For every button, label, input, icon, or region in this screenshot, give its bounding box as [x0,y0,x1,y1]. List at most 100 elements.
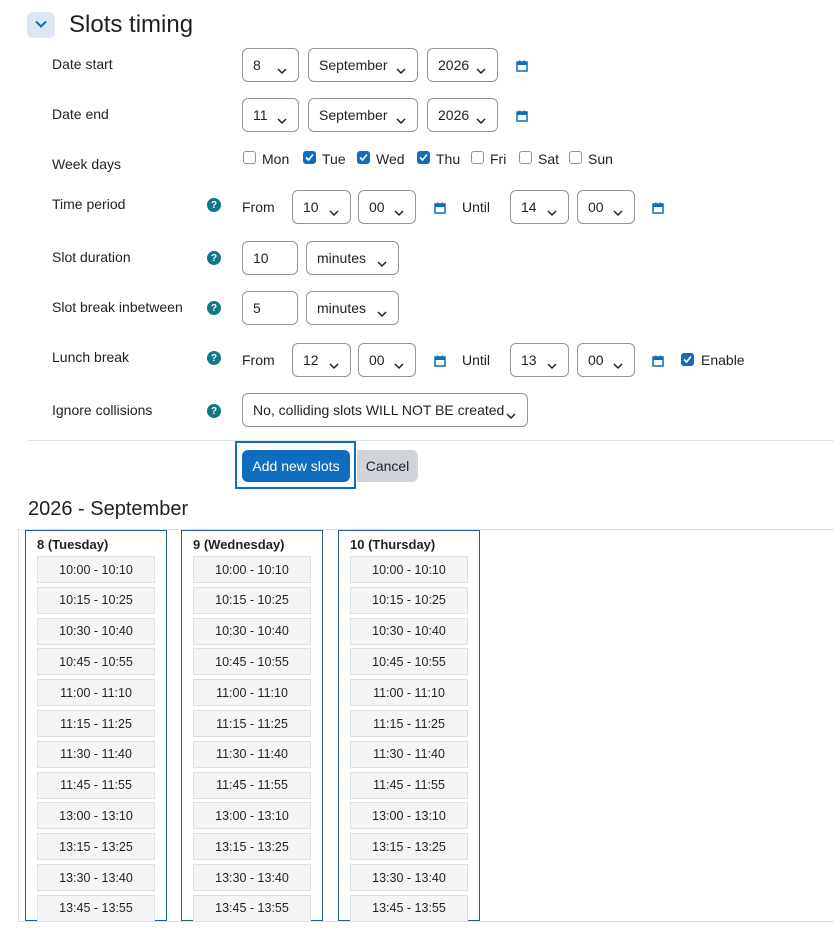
day-title: 8 (Tuesday) [37,537,109,552]
time-slot[interactable]: 11:45 - 11:55 [350,771,468,799]
calendar-icon[interactable] [516,59,528,75]
time-slot[interactable]: 10:45 - 10:55 [350,648,468,676]
section-toggle-button[interactable] [27,12,55,38]
time-slot[interactable]: 11:30 - 11:40 [37,740,155,768]
slot-duration-input[interactable]: 10 [242,241,298,275]
time-slot[interactable]: 11:30 - 11:40 [193,740,311,768]
slot-break-unit-select[interactable]: minutes [306,291,399,325]
time-slot[interactable]: 10:45 - 10:55 [193,648,311,676]
weekday-checkbox-tue[interactable] [303,151,316,164]
weekday-checkbox-sat[interactable] [519,151,532,164]
date-end-day-select[interactable]: 11 [242,98,299,132]
help-icon[interactable]: ? [207,301,221,315]
time-slot[interactable]: 11:15 - 11:25 [37,710,155,737]
check-icon [683,355,692,364]
time-slot[interactable]: 10:45 - 10:55 [37,648,155,676]
time-slot[interactable]: 10:30 - 10:40 [37,617,155,645]
time-period-until-hour-select[interactable]: 14 [510,190,569,224]
weekday-checkbox-thu[interactable] [417,151,430,164]
chevron-down-icon [277,112,287,128]
time-slot[interactable]: 13:30 - 13:40 [37,864,155,891]
help-icon[interactable]: ? [207,351,221,365]
until-label: Until [462,199,491,215]
chevron-down-icon [377,305,387,321]
time-slot[interactable]: 11:15 - 11:25 [193,710,311,737]
weekday-label-sun: Sun [588,151,613,167]
time-slot[interactable]: 10:15 - 10:25 [193,586,311,614]
lunch-break-from-hour-select[interactable]: 12 [292,343,351,377]
check-icon [359,153,368,162]
time-slot[interactable]: 10:00 - 10:10 [37,556,155,583]
time-slot[interactable]: 10:30 - 10:40 [193,617,311,645]
time-slot[interactable]: 13:00 - 13:10 [350,802,468,830]
time-slot[interactable]: 13:30 - 13:40 [350,864,468,891]
cancel-button[interactable]: Cancel [357,450,418,482]
date-end-year-select[interactable]: 2026 [427,98,498,132]
lunch-break-from-minute-select[interactable]: 00 [358,343,416,377]
time-slot[interactable]: 13:15 - 13:25 [193,833,311,861]
date-start-day-select[interactable]: 8 [242,48,299,82]
time-slot[interactable]: 13:45 - 13:55 [193,894,311,922]
lunch-break-enable-checkbox[interactable] [681,353,694,366]
form-divider [28,440,834,441]
lunch-break-label: Lunch break [52,349,130,365]
lunch-break-until-minute-select[interactable]: 00 [577,343,635,377]
time-slot[interactable]: 11:00 - 11:10 [350,679,468,707]
calendar-icon[interactable] [652,354,664,370]
date-start-month-select[interactable]: September [308,48,418,82]
chevron-down-icon [394,204,404,220]
time-period-from-minute-select[interactable]: 00 [358,190,416,224]
calendar-icon[interactable] [434,201,446,217]
weekday-checkbox-fri[interactable] [471,151,484,164]
check-icon [305,153,314,162]
chevron-down-icon [613,357,623,373]
time-slot[interactable]: 10:00 - 10:10 [193,556,311,583]
date-start-year-select[interactable]: 2026 [427,48,498,82]
chevron-down-icon [394,357,404,373]
chevron-down-icon [329,357,339,373]
time-slot[interactable]: 11:30 - 11:40 [350,740,468,768]
help-icon[interactable]: ? [207,404,221,418]
help-icon[interactable]: ? [207,198,221,212]
slot-break-input[interactable]: 5 [242,291,298,325]
time-slot[interactable]: 11:45 - 11:55 [37,771,155,799]
time-slot[interactable]: 10:00 - 10:10 [350,556,468,583]
day-title: 9 (Wednesday) [193,537,285,552]
ignore-collisions-select[interactable]: No, colliding slots WILL NOT BE created [242,393,528,427]
time-slot[interactable]: 11:00 - 11:10 [37,679,155,707]
lunch-break-until-hour-select[interactable]: 13 [510,343,569,377]
date-end-month-select[interactable]: September [308,98,418,132]
time-slot[interactable]: 10:15 - 10:25 [37,586,155,614]
section-title: Slots timing [69,11,194,38]
week-days-label: Week days [52,156,121,172]
chevron-down-icon [547,204,557,220]
help-icon[interactable]: ? [207,251,221,265]
add-new-slots-button[interactable]: Add new slots [242,450,350,482]
time-slot[interactable]: 13:30 - 13:40 [193,864,311,891]
time-slot[interactable]: 13:00 - 13:10 [193,802,311,830]
time-period-from-hour-select[interactable]: 10 [292,190,351,224]
time-slot[interactable]: 13:00 - 13:10 [37,802,155,830]
time-slot[interactable]: 10:30 - 10:40 [350,617,468,645]
time-slot[interactable]: 13:45 - 13:55 [37,894,155,922]
chevron-down-icon [377,255,387,271]
time-slot[interactable]: 13:15 - 13:25 [37,833,155,861]
time-slot[interactable]: 11:15 - 11:25 [350,710,468,737]
weekday-checkbox-wed[interactable] [357,151,370,164]
day-title: 10 (Thursday) [350,537,436,552]
weekday-checkbox-mon[interactable] [243,151,256,164]
time-slot[interactable]: 10:15 - 10:25 [350,586,468,614]
time-slot[interactable]: 11:45 - 11:55 [193,771,311,799]
calendar-icon[interactable] [652,201,664,217]
calendar-icon[interactable] [516,109,528,125]
time-slot[interactable]: 11:00 - 11:10 [193,679,311,707]
weekday-label-wed: Wed [376,151,405,167]
ignore-collisions-label: Ignore collisions [52,402,153,418]
slot-duration-unit-select[interactable]: minutes [306,241,399,275]
time-period-until-minute-select[interactable]: 00 [577,190,635,224]
calendar-icon[interactable] [434,354,446,370]
calendar-border-left [18,529,19,922]
weekday-checkbox-sun[interactable] [569,151,582,164]
time-slot[interactable]: 13:45 - 13:55 [350,894,468,922]
time-slot[interactable]: 13:15 - 13:25 [350,833,468,861]
